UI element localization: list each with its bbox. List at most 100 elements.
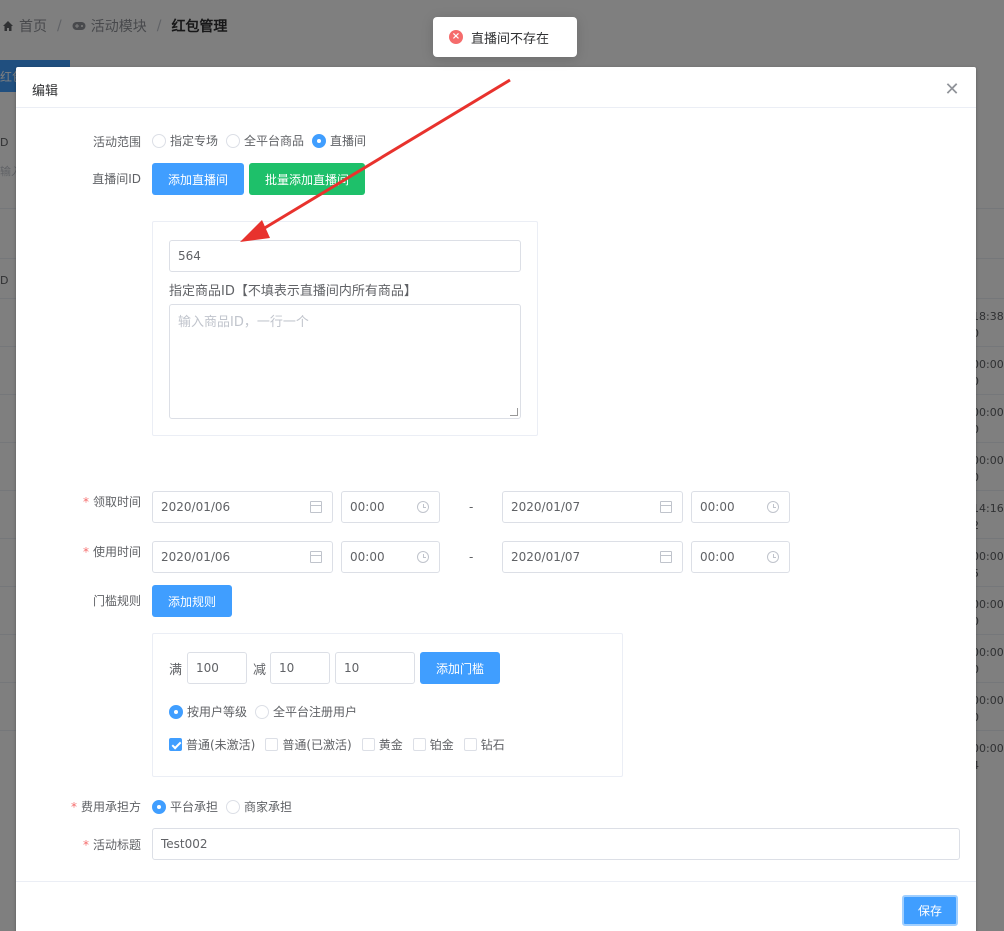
- checkbox-label: 黄金: [378, 738, 403, 752]
- use-time-label: * 使用时间: [16, 543, 141, 560]
- clock-icon: [417, 501, 429, 513]
- save-button[interactable]: 保存: [902, 895, 958, 926]
- required-mark: *: [82, 495, 89, 509]
- checkbox-level-diamond[interactable]: 钻石: [463, 736, 505, 753]
- minus-amount-input[interactable]: 10: [270, 652, 330, 684]
- threshold-rule-label: 门槛规则: [92, 594, 141, 608]
- range-separator: -: [469, 550, 474, 564]
- product-id-textarea[interactable]: 输入商品ID，一行一个: [169, 304, 521, 419]
- radio-label: 全平台商品: [244, 134, 305, 148]
- receive-start-time-picker[interactable]: 00:00: [341, 491, 440, 523]
- date-value: 2020/01/06: [161, 500, 231, 514]
- receive-start-date-picker[interactable]: 2020/01/06: [152, 491, 333, 523]
- edit-dialog: 编辑 ✕ 活动范围 指定专场 全平台商品 直播间 直播间ID 添加直播间 批量添…: [16, 67, 976, 931]
- radio-scope-special[interactable]: 指定专场: [152, 132, 218, 149]
- textarea-placeholder: 输入商品ID，一行一个: [178, 315, 309, 330]
- time-value: 00:00: [700, 550, 735, 564]
- calendar-icon: [660, 501, 672, 513]
- error-toast: × 直播间不存在: [433, 17, 577, 57]
- user-level-checkbox-group: 普通(未激活) 普通(已激活) 黄金 铂金 钻石: [169, 736, 505, 753]
- close-icon[interactable]: ✕: [944, 81, 960, 99]
- radio-indicator: [255, 704, 270, 719]
- radio-indicator: [152, 799, 166, 814]
- checkbox-indicator: [265, 738, 279, 751]
- radio-indicator: [226, 799, 241, 814]
- radio-scope-live-room[interactable]: 直播间: [312, 132, 366, 149]
- add-threshold-button[interactable]: 添加门槛: [420, 652, 500, 684]
- time-value: 00:00: [700, 500, 735, 514]
- date-value: 2020/01/06: [161, 550, 231, 564]
- add-rule-button[interactable]: 添加规则: [152, 585, 232, 617]
- calendar-icon: [310, 501, 322, 513]
- checkbox-level-platinum[interactable]: 铂金: [412, 736, 454, 753]
- radio-indicator: [226, 133, 241, 148]
- full-amount-input[interactable]: 100: [187, 652, 247, 684]
- cost-bearer-label-text: 费用承担方: [80, 800, 141, 814]
- minus-label: 减: [253, 663, 267, 678]
- required-mark: *: [70, 800, 77, 814]
- cost-bearer-radio-group: 平台承担 商家承担: [152, 798, 292, 815]
- radio-indicator: [169, 704, 183, 719]
- dialog-title: 编辑: [32, 84, 59, 99]
- error-circle-icon: ×: [449, 30, 463, 44]
- threshold-rule-panel: 满 100 减 10 10 添加门槛 按用户等级 全平台注册用户 普通(未激活)…: [152, 633, 623, 777]
- activity-title-label-text: 活动标题: [92, 838, 141, 852]
- full-label: 满: [169, 663, 183, 678]
- checkbox-indicator: [412, 738, 426, 751]
- checkbox-indicator: [361, 738, 375, 751]
- batch-add-live-room-button[interactable]: 批量添加直播间: [249, 163, 365, 195]
- use-end-date-picker[interactable]: 2020/01/07: [502, 541, 683, 573]
- radio-all-registered-users[interactable]: 全平台注册用户: [255, 703, 357, 720]
- live-room-panel: 564 指定商品ID【不填表示直播间内所有商品】 输入商品ID，一行一个: [152, 221, 538, 436]
- checkbox-label: 铂金: [429, 738, 454, 752]
- radio-platform-bears[interactable]: 平台承担: [152, 798, 218, 815]
- checkbox-level-gold[interactable]: 黄金: [361, 736, 403, 753]
- cost-bearer-label: * 费用承担方: [16, 798, 141, 815]
- resize-handle-icon[interactable]: [510, 408, 518, 416]
- radio-merchant-bears[interactable]: 商家承担: [226, 798, 292, 815]
- checkbox-label: 普通(已激活): [282, 738, 352, 752]
- required-mark: *: [82, 838, 89, 852]
- radio-by-user-level[interactable]: 按用户等级: [169, 703, 247, 720]
- clock-icon: [767, 551, 779, 563]
- receive-end-date-picker[interactable]: 2020/01/07: [502, 491, 683, 523]
- time-value: 00:00: [350, 500, 385, 514]
- radio-label: 按用户等级: [187, 705, 248, 719]
- toast-message: 直播间不存在: [471, 31, 550, 47]
- use-time-label-text: 使用时间: [92, 545, 141, 559]
- time-value: 00:00: [350, 550, 385, 564]
- activity-scope-label: 活动范围: [92, 135, 141, 149]
- coupon-count-input[interactable]: 10: [335, 652, 415, 684]
- receive-end-time-picker[interactable]: 00:00: [691, 491, 790, 523]
- calendar-icon: [310, 551, 322, 563]
- radio-label: 商家承担: [244, 800, 293, 814]
- checkbox-label: 钻石: [480, 738, 505, 752]
- date-value: 2020/01/07: [511, 500, 581, 514]
- date-value: 2020/01/07: [511, 550, 581, 564]
- use-start-time-picker[interactable]: 00:00: [341, 541, 440, 573]
- receive-time-label-text: 领取时间: [92, 495, 141, 509]
- radio-indicator: [152, 133, 166, 148]
- range-separator: -: [469, 500, 474, 514]
- required-mark: *: [82, 545, 89, 559]
- checkbox-label: 普通(未激活): [186, 738, 256, 752]
- checkbox-level-normal-active[interactable]: 普通(已激活): [265, 736, 352, 753]
- receive-time-label: * 领取时间: [16, 493, 141, 510]
- add-live-room-button[interactable]: 添加直播间: [152, 163, 244, 195]
- use-start-date-picker[interactable]: 2020/01/06: [152, 541, 333, 573]
- radio-scope-all-products[interactable]: 全平台商品: [226, 132, 304, 149]
- use-end-time-picker[interactable]: 00:00: [691, 541, 790, 573]
- radio-label: 平台承担: [170, 800, 219, 814]
- live-room-id-input[interactable]: 564: [169, 240, 521, 272]
- radio-indicator: [312, 133, 327, 148]
- live-room-id-label: 直播间ID: [92, 172, 141, 186]
- calendar-icon: [660, 551, 672, 563]
- radio-label: 指定专场: [170, 134, 219, 148]
- radio-label: 直播间: [330, 134, 367, 148]
- clock-icon: [767, 501, 779, 513]
- checkbox-indicator: [169, 738, 182, 751]
- radio-label: 全平台注册用户: [273, 705, 358, 719]
- checkbox-level-normal-inactive[interactable]: 普通(未激活): [169, 736, 255, 753]
- user-scope-radio-group: 按用户等级 全平台注册用户: [169, 703, 357, 720]
- activity-title-input[interactable]: Test002: [152, 828, 960, 860]
